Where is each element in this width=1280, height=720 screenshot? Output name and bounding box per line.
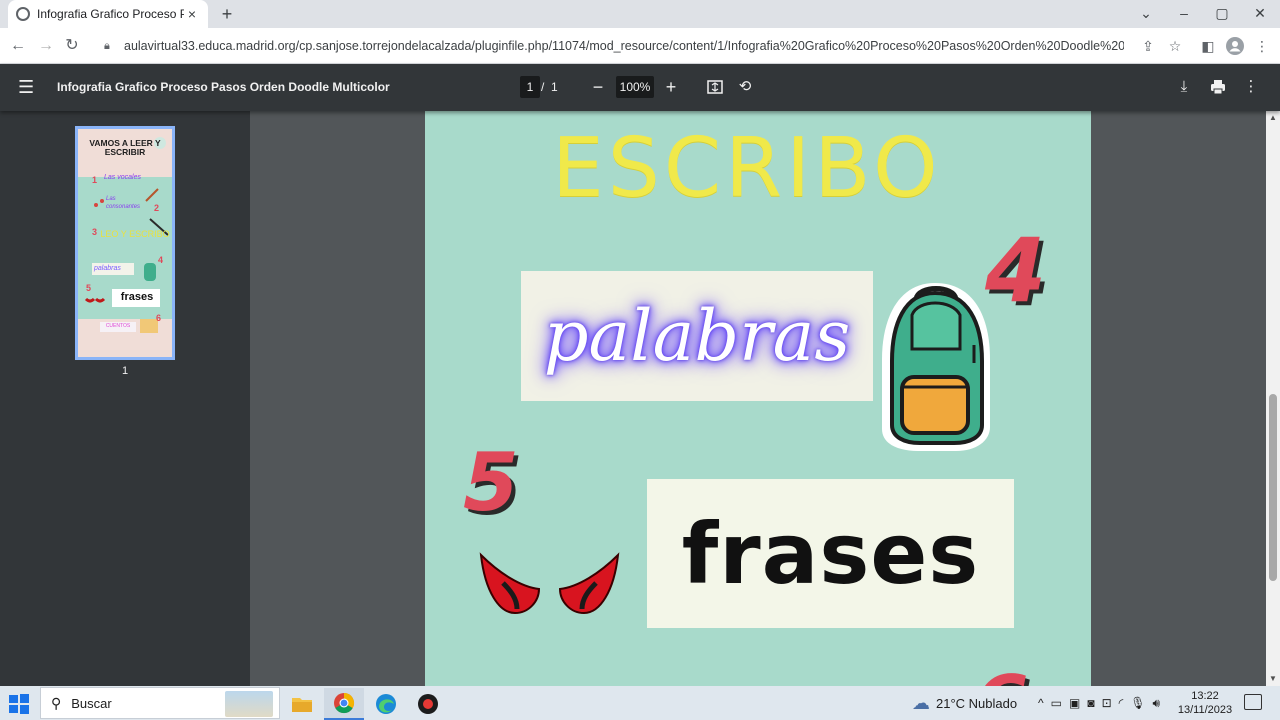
backpack-icon — [882, 283, 990, 451]
search-highlight-image — [225, 691, 273, 717]
page-separator: / — [541, 80, 545, 94]
thumb-step5-num: 5 — [86, 283, 92, 293]
pdf-page: ESCRIBO 4 palabras 5 frases 6 — [425, 111, 1091, 686]
thumb-step2-num: 2 — [154, 203, 160, 213]
windows-start-icon[interactable] — [8, 693, 30, 715]
thumb-step6-text: CUENTOS — [105, 323, 131, 329]
page-number-input[interactable]: 1 — [520, 76, 540, 98]
hamburger-menu-icon[interactable]: ☰ — [18, 77, 38, 97]
thumb-step5-text: frases — [120, 291, 154, 303]
frases-text: frases — [681, 504, 980, 603]
tab-strip: Infografia Grafico Proceso Pasos × + ⌄ –… — [0, 0, 1280, 28]
thumb-step2-text: Las consonantes — [106, 196, 141, 210]
thumbnail-sidebar: VAMOS A LEER Y ESCRIBIR 1 Las vocales 2 … — [0, 111, 250, 686]
bookmark-star-icon[interactable]: ☆ — [1163, 34, 1187, 58]
pdf-document-title: Infografia Grafico Proceso Pasos Orden D… — [57, 80, 390, 94]
back-arrow-icon[interactable]: ← — [6, 34, 30, 58]
scroll-down-arrow-icon[interactable]: ▼ — [1266, 672, 1280, 686]
red-eyes-icon — [479, 552, 620, 615]
lock-icon[interactable]: 🔒︎ — [104, 40, 116, 53]
thumb-step1-text: Las vocales — [104, 174, 141, 181]
page-count: / 1 — [541, 80, 558, 94]
maximize-button[interactable]: ▢ — [1203, 0, 1241, 28]
close-tab-icon[interactable]: × — [184, 6, 200, 22]
taskbar-search[interactable]: ⚲ Buscar — [40, 687, 280, 719]
total-pages: 1 — [551, 80, 558, 94]
scroll-up-arrow-icon[interactable]: ▲ — [1266, 111, 1280, 125]
clock-date: 13/11/2023 — [1177, 704, 1233, 716]
side-panel-icon[interactable]: ◧ — [1196, 34, 1220, 58]
site-favicon-icon — [16, 7, 30, 21]
browser-toolbar: ← → ↻ 🔒︎ aulavirtual33.educa.madrid.org/… — [0, 28, 1280, 64]
thumb-step3-num: 3 — [92, 227, 98, 237]
fit-to-page-icon[interactable] — [704, 76, 726, 98]
browser-menu-icon[interactable]: ⋮ — [1250, 34, 1274, 58]
share-icon[interactable]: ⇪ — [1136, 34, 1160, 58]
zoom-out-button[interactable]: − — [587, 76, 609, 98]
minimize-button[interactable]: – — [1165, 0, 1203, 28]
browser-tab[interactable]: Infografia Grafico Proceso Pasos × — [8, 0, 208, 28]
camera-icon[interactable]: ◙ — [1087, 696, 1094, 710]
tab-title: Infografia Grafico Proceso Pasos — [37, 7, 184, 21]
palabras-text: palabras — [543, 295, 851, 377]
zoom-level-input[interactable]: 100% — [616, 76, 654, 98]
vertical-scrollbar[interactable]: ▲ ▼ — [1266, 111, 1280, 686]
weather-widget[interactable]: ☁ 21°C Nublado — [912, 686, 1017, 720]
display-icon[interactable]: ⊡ — [1102, 696, 1112, 710]
page-heading: ESCRIBO — [552, 121, 942, 216]
step-6-number: 6 — [973, 659, 1029, 686]
battery-icon[interactable]: ▭ — [1051, 696, 1062, 710]
chrome-icon[interactable] — [324, 688, 364, 720]
notifications-icon[interactable] — [1244, 694, 1262, 710]
download-icon[interactable]: ⤓ — [1173, 76, 1195, 98]
thumb-step1-num: 1 — [92, 175, 98, 185]
new-tab-button[interactable]: + — [216, 3, 238, 25]
step-5-number: 5 — [463, 436, 519, 529]
thumb-step6-num: 6 — [156, 313, 162, 323]
pdf-toolbar: ☰ Infografia Grafico Proceso Pasos Orden… — [0, 64, 1280, 111]
wifi-icon[interactable]: ◜ — [1119, 696, 1124, 710]
pdf-viewer-area[interactable]: ESCRIBO 4 palabras 5 frases 6 — [250, 111, 1266, 686]
edge-icon[interactable] — [366, 688, 406, 720]
address-bar[interactable]: 🔒︎ aulavirtual33.educa.madrid.org/cp.san… — [94, 32, 1134, 60]
rotate-icon[interactable]: ⟲ — [734, 76, 756, 98]
clock-time: 13:22 — [1191, 690, 1219, 702]
windows-taskbar: ⚲ Buscar ☁ 21°C Nublado ^ ▭ ▣ ◙ ⊡ ◜ 🎙︎ 🔊… — [0, 686, 1280, 720]
file-explorer-icon[interactable] — [282, 688, 322, 720]
thumb-heading: VAMOS A LEER Y ESCRIBIR — [89, 138, 161, 157]
thumb-step3-text: LEO Y ESCRIBO — [100, 229, 170, 239]
scrollbar-thumb[interactable] — [1269, 394, 1277, 581]
palabras-box: palabras — [521, 271, 873, 401]
show-hidden-icons-chevron-icon[interactable]: ^ — [1038, 696, 1044, 710]
url-text[interactable]: aulavirtual33.educa.madrid.org/cp.sanjos… — [124, 39, 1124, 53]
tab-search-chevron-icon[interactable]: ⌄ — [1127, 0, 1165, 28]
print-icon[interactable] — [1207, 76, 1229, 98]
frases-box: frases — [647, 479, 1014, 628]
page-thumbnail[interactable]: VAMOS A LEER Y ESCRIBIR 1 Las vocales 2 … — [75, 126, 175, 360]
profile-avatar-icon[interactable] — [1223, 34, 1247, 58]
more-options-icon[interactable]: ⋮ — [1240, 76, 1262, 98]
taskbar-search-placeholder: Buscar — [71, 695, 112, 711]
taskbar-clock[interactable]: 13:22 13/11/2023 — [1170, 689, 1240, 717]
meet-now-icon[interactable]: ▣ — [1069, 696, 1080, 710]
forward-arrow-icon[interactable]: → — [34, 34, 58, 58]
thumbnail-page-number: 1 — [121, 365, 129, 377]
zoom-in-button[interactable]: + — [660, 76, 682, 98]
system-tray: ^ ▭ ▣ ◙ ⊡ ◜ 🎙︎ 🔊︎ — [1038, 686, 1160, 720]
thumb-step4-num: 4 — [158, 255, 164, 265]
volume-icon[interactable]: 🔊︎ — [1153, 696, 1161, 711]
cloud-icon: ☁ — [912, 692, 930, 713]
reload-icon[interactable]: ↻ — [60, 34, 84, 58]
weather-text: 21°C Nublado — [936, 695, 1018, 711]
screen-recorder-icon[interactable] — [408, 688, 448, 720]
close-window-button[interactable]: ✕ — [1241, 0, 1279, 28]
search-icon: ⚲ — [51, 694, 62, 711]
step-4-number: 4 — [985, 219, 1047, 322]
microphone-icon[interactable]: 🎙︎ — [1130, 696, 1145, 710]
thumb-step4-text: palabras — [94, 265, 121, 272]
